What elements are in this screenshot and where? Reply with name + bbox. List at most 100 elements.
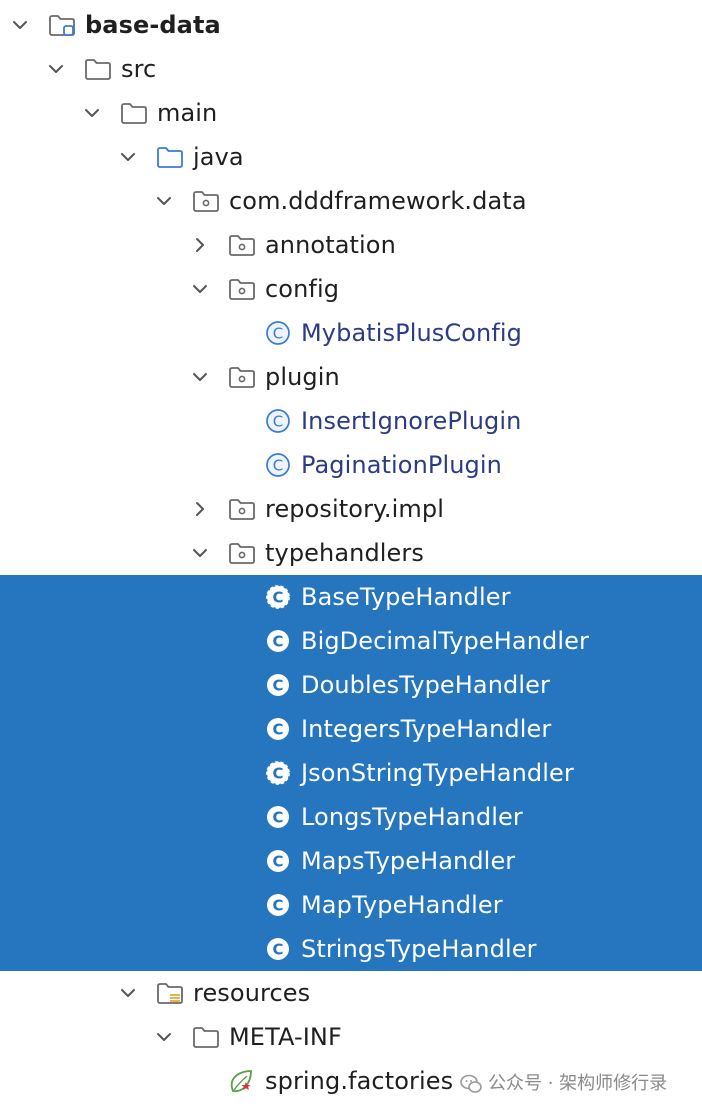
svg-text:C: C <box>272 853 283 871</box>
class-icon: C <box>261 663 295 707</box>
tree-item-src[interactable]: src <box>0 47 702 91</box>
tree-item-mapstypehandler[interactable]: C MapsTypeHandler <box>0 839 702 883</box>
svg-text:C: C <box>273 325 283 343</box>
tree-item-label: repository.impl <box>265 495 445 523</box>
chevron-down-icon[interactable] <box>8 3 32 47</box>
chevron-down-icon[interactable] <box>188 267 212 311</box>
tree-item-label: annotation <box>265 231 396 259</box>
spring-factories-icon <box>225 1059 259 1103</box>
package-icon <box>225 223 259 267</box>
chevron-down-icon[interactable] <box>80 91 104 135</box>
folder-icon <box>81 47 115 91</box>
tree-item-main[interactable]: main <box>0 91 702 135</box>
svg-text:C: C <box>272 897 283 915</box>
tree-item-label: java <box>193 143 244 171</box>
chevron-right-icon[interactable] <box>188 487 212 531</box>
tree-item-repository-impl[interactable]: repository.impl <box>0 487 702 531</box>
class-icon: C <box>261 795 295 839</box>
tree-item-label: PaginationPlugin <box>301 451 502 479</box>
tree-item-label: LongsTypeHandler <box>301 803 523 831</box>
svg-text:C: C <box>273 413 283 431</box>
svg-text:C: C <box>272 941 283 959</box>
tree-item-label: InsertIgnorePlugin <box>301 407 522 435</box>
tree-item-label: BaseTypeHandler <box>301 583 511 611</box>
abstract-class-icon: C <box>261 751 295 795</box>
tree-item-base-data[interactable]: base-data <box>0 3 702 47</box>
tree-item-basetypehandler[interactable]: C BaseTypeHandler <box>0 575 702 619</box>
tree-item-label: main <box>157 99 218 127</box>
tree-item-label: com.dddframework.data <box>229 187 527 215</box>
class-icon: C <box>261 443 295 487</box>
tree-item-java[interactable]: java <box>0 135 702 179</box>
svg-text:C: C <box>272 589 283 607</box>
package-icon <box>225 267 259 311</box>
tree-item-label: base-data <box>85 11 221 39</box>
tree-item-label: META-INF <box>229 1023 342 1051</box>
tree-item-typehandlers[interactable]: typehandlers <box>0 531 702 575</box>
chevron-down-icon[interactable] <box>116 135 140 179</box>
class-icon: C <box>261 619 295 663</box>
svg-text:C: C <box>272 765 283 783</box>
tree-item-stringstypehandler[interactable]: C StringsTypeHandler <box>0 927 702 971</box>
class-icon: C <box>261 927 295 971</box>
tree-item-label: BigDecimalTypeHandler <box>301 627 589 655</box>
tree-item-jsonstringtypehandler[interactable]: C JsonStringTypeHandler <box>0 751 702 795</box>
class-icon: C <box>261 707 295 751</box>
wechat-icon <box>460 1074 482 1094</box>
module-folder-icon <box>45 3 79 47</box>
tree-item-paginationplugin[interactable]: C PaginationPlugin <box>0 443 702 487</box>
tree-item-label: config <box>265 275 340 303</box>
tree-item-insertignoreplugin[interactable]: C InsertIgnorePlugin <box>0 399 702 443</box>
package-icon <box>225 355 259 399</box>
package-icon <box>225 531 259 575</box>
svg-text:C: C <box>273 457 283 475</box>
tree-item-maptypehandler[interactable]: C MapTypeHandler <box>0 883 702 927</box>
class-icon: C <box>261 883 295 927</box>
tree-item-resources[interactable]: resources <box>0 971 702 1015</box>
chevron-down-icon[interactable] <box>188 355 212 399</box>
abstract-class-icon: C <box>261 575 295 619</box>
tree-item-label: src <box>121 55 157 83</box>
chevron-down-icon[interactable] <box>44 47 68 91</box>
watermark-text: 公众号 · 架构师修行录 <box>488 1073 668 1094</box>
tree-item-plugin[interactable]: plugin <box>0 355 702 399</box>
package-icon <box>189 179 223 223</box>
chevron-down-icon[interactable] <box>152 1015 176 1059</box>
svg-text:C: C <box>272 677 283 695</box>
tree-item-label: MapsTypeHandler <box>301 847 516 875</box>
tree-item-longstypehandler[interactable]: C LongsTypeHandler <box>0 795 702 839</box>
folder-icon <box>117 91 151 135</box>
tree-item-annotation[interactable]: annotation <box>0 223 702 267</box>
tree-item-config[interactable]: config <box>0 267 702 311</box>
tree-item-label: spring.factories <box>265 1067 454 1095</box>
tree-item-com-dddframework-data[interactable]: com.dddframework.data <box>0 179 702 223</box>
chevron-down-icon[interactable] <box>188 531 212 575</box>
tree-item-meta-inf[interactable]: META-INF <box>0 1015 702 1059</box>
tree-item-label: resources <box>193 979 311 1007</box>
class-icon: C <box>261 839 295 883</box>
tree-item-label: IntegersTypeHandler <box>301 715 552 743</box>
tree-item-mybatisplusconfig[interactable]: C MybatisPlusConfig <box>0 311 702 355</box>
svg-text:C: C <box>272 721 283 739</box>
tree-item-label: MapTypeHandler <box>301 891 503 919</box>
class-icon: C <box>261 399 295 443</box>
chevron-right-icon[interactable] <box>188 223 212 267</box>
svg-text:C: C <box>272 809 283 827</box>
tree-item-bigdecimaltypehandler[interactable]: C BigDecimalTypeHandler <box>0 619 702 663</box>
chevron-down-icon[interactable] <box>152 179 176 223</box>
source-folder-icon <box>153 135 187 179</box>
tree-item-label: MybatisPlusConfig <box>301 319 522 347</box>
folder-icon <box>189 1015 223 1059</box>
resources-folder-icon <box>153 971 187 1015</box>
watermark: 公众号 · 架构师修行录 <box>460 1064 667 1104</box>
tree-item-doublestypehandler[interactable]: C DoublesTypeHandler <box>0 663 702 707</box>
tree-item-label: DoublesTypeHandler <box>301 671 550 699</box>
tree-item-integerstypehandler[interactable]: C IntegersTypeHandler <box>0 707 702 751</box>
package-icon <box>225 487 259 531</box>
class-icon: C <box>261 311 295 355</box>
tree-item-label: plugin <box>265 363 340 391</box>
svg-text:C: C <box>272 633 283 651</box>
chevron-down-icon[interactable] <box>116 971 140 1015</box>
tree-item-label: typehandlers <box>265 539 424 567</box>
tree-item-label: StringsTypeHandler <box>301 935 537 963</box>
